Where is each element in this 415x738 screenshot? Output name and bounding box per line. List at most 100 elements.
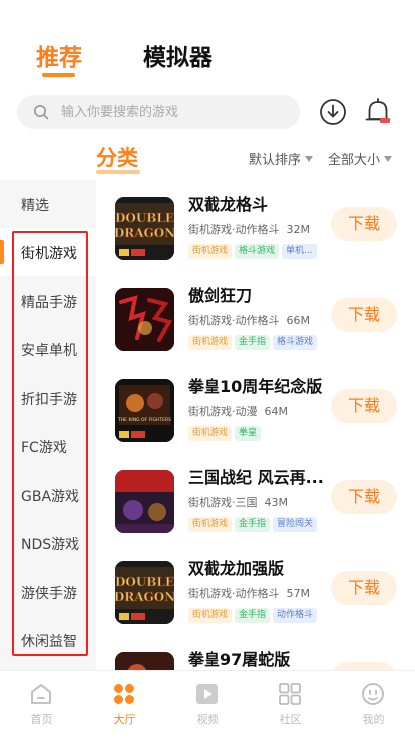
cover-title-line-2: DRAGON xyxy=(115,590,174,604)
game-meta: 街机游戏·动作格斗 57M xyxy=(188,585,310,601)
search-bar[interactable] xyxy=(17,95,300,129)
nav-label: 首页 xyxy=(30,713,53,726)
nav-hall[interactable]: 大厅 xyxy=(83,671,166,738)
game-item[interactable]: THE KING OF FIGHTERS 拳皇10周年纪念版 街机游戏·动漫 6… xyxy=(96,362,415,453)
game-meta: 街机游戏·动作格斗 32M xyxy=(188,221,310,237)
download-button[interactable]: 下载 xyxy=(331,298,397,332)
community-icon xyxy=(279,683,301,705)
sidebar-item-discount[interactable]: 折扣手游 xyxy=(0,374,96,422)
game-tag: 街机游戏 xyxy=(188,608,233,623)
hall-icon xyxy=(114,684,134,704)
sidebar-item-label: 安卓单机 xyxy=(21,343,77,359)
sort-default-label: 默认排序 xyxy=(249,153,302,168)
sidebar-item-label: 休闲益智 xyxy=(21,634,77,650)
size-filter-dropdown[interactable]: 全部大小 xyxy=(328,149,393,168)
tab-emulator[interactable]: 模拟器 xyxy=(143,38,212,72)
game-cover xyxy=(115,470,174,533)
nav-label: 视频 xyxy=(196,713,219,726)
game-tags: 街机游戏 格斗游戏 单机... xyxy=(188,244,320,260)
nav-profile[interactable]: 我的 xyxy=(332,671,415,738)
download-button[interactable]: 下载 xyxy=(331,571,397,605)
game-tag: 动作格斗 xyxy=(273,608,318,623)
game-tag: 冒险闯关 xyxy=(273,517,318,532)
game-tag: 街机游戏 xyxy=(188,335,233,350)
nav-community[interactable]: 社区 xyxy=(249,671,332,738)
sidebar-item-fc[interactable]: FC游戏 xyxy=(0,422,96,470)
game-item[interactable]: DOUBLE DRAGON 双截龙加强版 街机游戏·动作格斗 57M 街机游戏金… xyxy=(96,544,415,635)
game-category: 街机游戏·动作格斗 xyxy=(188,314,280,327)
game-size: 66M xyxy=(286,314,311,327)
category-title: 分类 xyxy=(96,146,138,170)
nav-video[interactable]: 视频 xyxy=(166,671,249,738)
size-filter-label: 全部大小 xyxy=(328,153,381,168)
nav-label: 大厅 xyxy=(113,713,136,726)
game-size: 64M xyxy=(264,405,289,418)
game-title: 双截龙加强版 xyxy=(188,559,285,578)
tab-recommended[interactable]: 推荐 xyxy=(36,38,82,72)
sidebar-item-label: 精选 xyxy=(21,198,49,214)
sidebar-item-label: FC游戏 xyxy=(21,440,67,456)
game-tag: 拳皇 xyxy=(235,426,262,441)
sidebar-item-android-offline[interactable]: 安卓单机 xyxy=(0,325,96,373)
nav-label: 我的 xyxy=(362,713,385,726)
game-tags: 街机游戏 金手指 格斗游戏 xyxy=(188,335,320,351)
nav-home[interactable]: 首页 xyxy=(0,671,83,738)
nav-label: 社区 xyxy=(279,713,302,726)
game-title: 拳皇10周年纪念版 xyxy=(188,377,323,396)
game-cover: DOUBLE DRAGON xyxy=(115,197,174,260)
sidebar-item-label: 折扣手游 xyxy=(21,392,77,408)
sidebar-item-gba[interactable]: GBA游戏 xyxy=(0,471,96,519)
game-cover: THE KING OF FIGHTERS xyxy=(115,379,174,442)
game-meta: 街机游戏·动漫 64M xyxy=(188,403,288,419)
game-category: 街机游戏·动作格斗 xyxy=(188,587,280,600)
game-item[interactable]: 傲剑狂刀 街机游戏·动作格斗 66M 街机游戏 金手指 格斗游戏 下载 xyxy=(96,271,415,362)
sidebar-item-arcade[interactable]: 街机游戏 xyxy=(0,228,96,276)
game-tags: 街机游戏 金手指 冒险闯关 xyxy=(188,517,320,533)
game-title: 傲剑狂刀 xyxy=(188,286,253,305)
download-button[interactable]: 下载 xyxy=(331,480,397,514)
game-tag: 金手指 xyxy=(235,608,271,623)
sidebar-item-label: 游侠手游 xyxy=(21,586,77,602)
game-item[interactable]: DOUBLE DRAGON 双截龙格斗 街机游戏·动作格斗 32M 街机游戏 格斗… xyxy=(96,180,415,271)
game-cover xyxy=(115,288,174,351)
bottom-navigation: 首页 大厅 视频 社区 我的 xyxy=(0,670,415,738)
sidebar-item-label: NDS游戏 xyxy=(21,537,80,553)
sidebar-item-featured[interactable]: 精选 xyxy=(0,180,96,228)
tab-active-indicator xyxy=(42,73,75,77)
game-meta: 街机游戏·三国 43M xyxy=(188,494,288,510)
notification-bell-icon[interactable] xyxy=(363,97,393,127)
search-icon xyxy=(34,105,49,120)
svg-text:DOUBLE: DOUBLE xyxy=(115,211,174,225)
game-cover: DOUBLE DRAGON xyxy=(115,561,174,624)
download-manager-icon[interactable] xyxy=(319,98,347,126)
download-button[interactable]: 下载 xyxy=(331,389,397,423)
game-item[interactable]: 三国战纪 风云再... 街机游戏·三国 43M 街机游戏 金手指 冒险闯关 下载 xyxy=(96,453,415,544)
game-tag: 格斗游戏 xyxy=(235,244,280,259)
search-input[interactable] xyxy=(61,95,291,129)
dropdown-arrow-icon xyxy=(305,156,314,162)
sidebar-item-nds[interactable]: NDS游戏 xyxy=(0,519,96,567)
category-title-underline xyxy=(96,170,140,174)
sort-default-dropdown[interactable]: 默认排序 xyxy=(249,149,314,168)
sidebar-item-label: GBA游戏 xyxy=(21,489,80,505)
sidebar-item-label: 精品手游 xyxy=(21,295,77,311)
game-size: 32M xyxy=(286,223,311,236)
sidebar-item-label: 街机游戏 xyxy=(21,246,77,262)
game-title: 拳皇97屠蛇版 xyxy=(188,650,291,669)
game-title: 双截龙格斗 xyxy=(188,195,269,214)
game-tag: 街机游戏 xyxy=(188,426,233,441)
game-size: 57M xyxy=(286,587,311,600)
sidebar-item-youxia[interactable]: 游侠手游 xyxy=(0,568,96,616)
game-tag: 金手指 xyxy=(235,517,271,532)
game-size: 43M xyxy=(264,496,289,509)
game-tag: 街机游戏 xyxy=(188,517,233,532)
game-category: 街机游戏·三国 xyxy=(188,496,258,509)
dropdown-arrow-icon xyxy=(384,156,393,162)
game-tag: 街机游戏 xyxy=(188,244,233,259)
profile-icon xyxy=(362,683,384,705)
sidebar-item-casual[interactable]: 休闲益智 xyxy=(0,616,96,664)
game-meta: 街机游戏·动作格斗 66M xyxy=(188,312,310,328)
game-category: 街机游戏·动作格斗 xyxy=(188,223,280,236)
sidebar-item-premium-mobile[interactable]: 精品手游 xyxy=(0,277,96,325)
download-button[interactable]: 下载 xyxy=(331,207,397,241)
